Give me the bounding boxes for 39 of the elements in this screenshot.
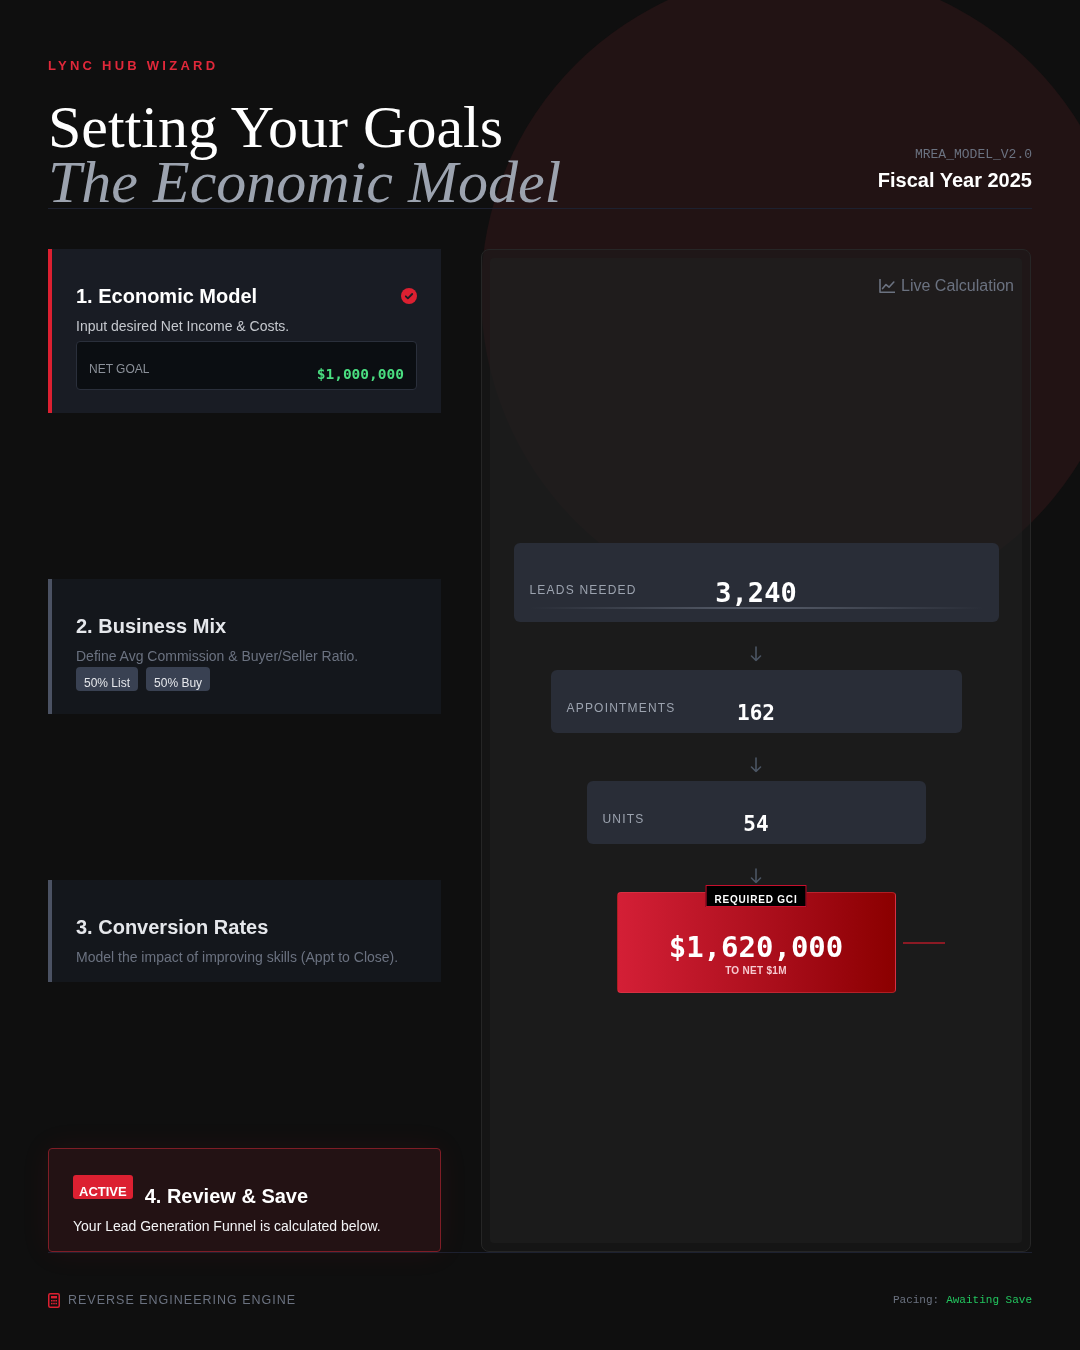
step-title: 2. Business Mix xyxy=(76,614,227,639)
stage-value: 162 xyxy=(737,703,775,724)
field-value: $1,000,000 xyxy=(316,367,404,381)
down-arrow-icon xyxy=(750,757,762,773)
step-title: 4. Review & Save xyxy=(144,1184,309,1209)
down-arrow-icon xyxy=(750,868,762,884)
gci-tag: REQUIRED GCI xyxy=(705,885,807,907)
connector-line xyxy=(902,942,945,944)
live-calculation-label: Live Calculation xyxy=(901,276,1014,296)
ratio-chip: 50% List xyxy=(76,667,139,691)
pacing-label: Pacing: xyxy=(892,1293,940,1308)
gci-value: $1,620,000 xyxy=(668,933,844,962)
line-chart-icon xyxy=(879,279,896,293)
stage-value: 3,240 xyxy=(715,579,797,606)
eyebrow-label: LYNC HUB WIZARD xyxy=(48,58,219,74)
page-title: Setting Your Goals xyxy=(48,101,504,160)
stage-value: 54 xyxy=(743,814,769,835)
ratio-chip: 50% Buy xyxy=(146,667,211,691)
net-goal-field[interactable]: NET GOAL $1,000,000 xyxy=(76,341,417,390)
step-description: Model the impact of improving skills (Appt to Close). xyxy=(76,948,400,967)
stage-label: APPOINTMENTS xyxy=(566,702,677,714)
step-description: Your Lead Generation Funnel is calculated below. xyxy=(73,1217,382,1236)
status-badge: ACTIVE xyxy=(73,1175,133,1199)
gci-caption: TO NET $1M xyxy=(725,966,787,976)
page-subtitle: The Economic Model xyxy=(48,161,563,203)
calculator-icon xyxy=(48,1292,60,1308)
engine-label: REVERSE ENGINEERING ENGINE xyxy=(68,1292,297,1309)
stage-label: UNITS xyxy=(602,813,646,825)
step-title: 3. Conversion Rates xyxy=(76,915,269,940)
field-label: NET GOAL xyxy=(89,363,150,375)
fiscal-year: Fiscal Year 2025 xyxy=(877,168,1032,193)
stage-label: LEADS NEEDED xyxy=(529,584,638,596)
pacing-status: Awaiting Save xyxy=(946,1293,1032,1308)
check-icon xyxy=(401,288,417,304)
model-version: MREA_MODEL_V2.0 xyxy=(914,147,1032,163)
step-description: Input desired Net Income & Costs. xyxy=(76,317,291,336)
step-title: 1. Economic Model xyxy=(76,284,258,309)
down-arrow-icon xyxy=(750,646,762,662)
step-description: Define Avg Commission & Buyer/Seller Ratio. xyxy=(76,647,360,666)
